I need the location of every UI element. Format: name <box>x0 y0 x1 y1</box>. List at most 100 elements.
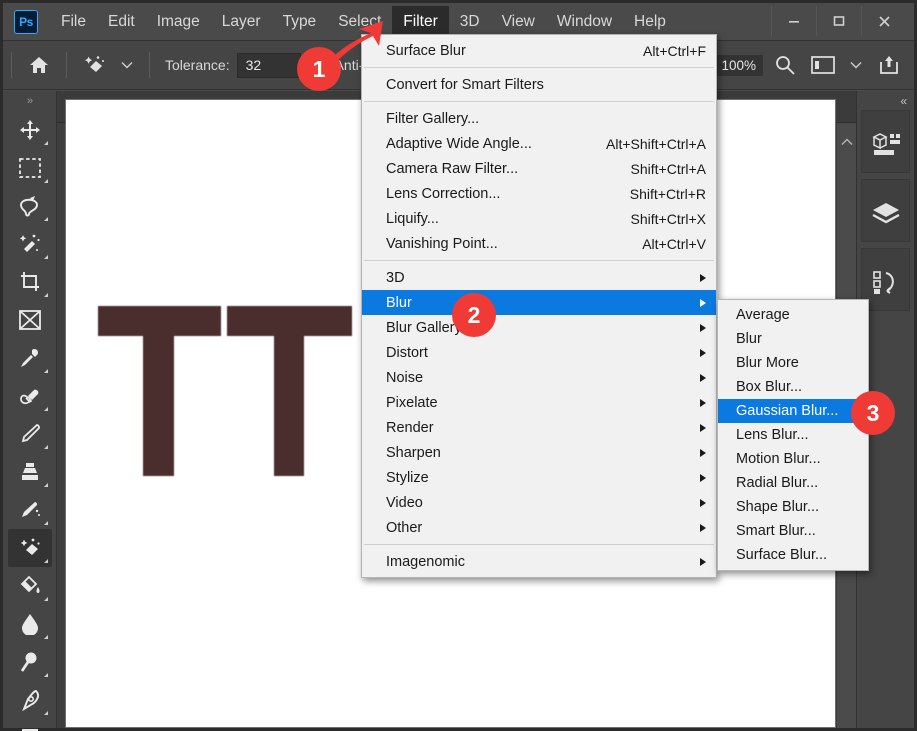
tool-preset-chevron-down-icon[interactable] <box>113 58 141 72</box>
filter-menu-item-noise[interactable]: Noise <box>362 365 716 390</box>
tool-group-corner-icon <box>44 179 48 183</box>
clone-stamp-tool[interactable] <box>8 453 52 491</box>
crop-tool[interactable] <box>8 263 52 301</box>
blur-submenu-item-average[interactable]: Average <box>718 303 868 327</box>
share-icon[interactable] <box>873 49 905 81</box>
minimize-button[interactable] <box>771 6 816 36</box>
blur-submenu-item-blur-more[interactable]: Blur More <box>718 351 868 375</box>
filter-menu-item-3d[interactable]: 3D <box>362 265 716 290</box>
tool-group-corner-icon <box>44 217 48 221</box>
menu-image[interactable]: Image <box>146 6 211 38</box>
magic-eraser-tool-icon[interactable] <box>78 49 110 81</box>
home-icon[interactable] <box>23 49 55 81</box>
history-brush-tool[interactable] <box>8 491 52 529</box>
blur-submenu-item-surface-blur[interactable]: Surface Blur... <box>718 543 868 567</box>
lasso-tool[interactable] <box>8 187 52 225</box>
menu-help[interactable]: Help <box>623 6 677 38</box>
filter-menu-item-blur[interactable]: Blur <box>362 290 716 315</box>
filter-menu-item-sharpen[interactable]: Sharpen <box>362 440 716 465</box>
tolerance-input[interactable]: 32 <box>237 53 301 78</box>
filter-menu-item-convert-for-smart-filters[interactable]: Convert for Smart Filters <box>362 72 716 97</box>
tool-group-corner-icon <box>44 597 48 601</box>
search-icon[interactable] <box>769 49 801 81</box>
menu-item-shortcut: Alt+Ctrl+F <box>617 43 706 59</box>
filter-menu-item-other[interactable]: Other <box>362 515 716 540</box>
menu-item-label: Adaptive Wide Angle... <box>386 136 532 152</box>
filter-menu-dropdown[interactable]: Surface BlurAlt+Ctrl+F Convert for Smart … <box>361 34 717 578</box>
filter-menu-item-lens-correction[interactable]: Lens Correction...Shift+Ctrl+R <box>362 181 716 206</box>
layers-panel-icon[interactable] <box>862 191 909 235</box>
submenu-arrow-icon <box>700 349 706 357</box>
filter-menu-item-vanishing-point[interactable]: Vanishing Point...Alt+Ctrl+V <box>362 231 716 256</box>
menu-filter[interactable]: Filter <box>392 6 448 38</box>
blur-submenu-item-lens-blur[interactable]: Lens Blur... <box>718 423 868 447</box>
collapse-panel-icon[interactable]: « <box>857 91 914 110</box>
submenu-arrow-icon <box>700 274 706 282</box>
menu-item-shortcut: Alt+Ctrl+V <box>616 236 706 252</box>
filter-menu-item-render[interactable]: Render <box>362 415 716 440</box>
workspace-chevron-down-icon[interactable] <box>842 58 870 72</box>
filter-menu-item-adaptive-wide-angle[interactable]: Adaptive Wide Angle...Alt+Shift+Ctrl+A <box>362 131 716 156</box>
blur-tool[interactable] <box>8 605 52 643</box>
frame-tool[interactable] <box>8 301 52 339</box>
menu-window[interactable]: Window <box>546 6 623 38</box>
tool-group-corner-icon <box>44 369 48 373</box>
filter-menu-item-video[interactable]: Video <box>362 490 716 515</box>
properties-panel-group[interactable] <box>861 110 910 173</box>
close-button[interactable] <box>861 6 906 36</box>
blur-submenu-item-box-blur[interactable]: Box Blur... <box>718 375 868 399</box>
pen-tool[interactable] <box>8 681 52 719</box>
menu-separator <box>364 260 714 261</box>
properties-panel-icon[interactable] <box>862 122 909 166</box>
tool-group-corner-icon <box>44 673 48 677</box>
menu-item-label: Sharpen <box>386 445 441 461</box>
menu-layer[interactable]: Layer <box>211 6 272 38</box>
menu-view[interactable]: View <box>491 6 546 38</box>
blur-submenu-item-smart-blur[interactable]: Smart Blur... <box>718 519 868 543</box>
menu-item-label: Gaussian Blur... <box>736 403 838 419</box>
menu-file[interactable]: File <box>50 6 97 38</box>
maximize-button[interactable] <box>816 6 861 36</box>
type-tool[interactable] <box>8 719 52 731</box>
filter-menu-item-liquify[interactable]: Liquify...Shift+Ctrl+X <box>362 206 716 231</box>
filter-menu-item-filter-gallery[interactable]: Filter Gallery... <box>362 106 716 131</box>
gradient-tool[interactable] <box>8 567 52 605</box>
eraser-tool[interactable] <box>8 529 52 567</box>
filter-menu-item-blur-gallery[interactable]: Blur Gallery <box>362 315 716 340</box>
submenu-arrow-icon <box>700 424 706 432</box>
submenu-arrow-icon <box>700 374 706 382</box>
menu-item-label: Blur <box>736 331 762 347</box>
menu-item-label: Motion Blur... <box>736 451 821 467</box>
filter-menu-item-imagenomic[interactable]: Imagenomic <box>362 549 716 574</box>
filter-menu-item-camera-raw-filter[interactable]: Camera Raw Filter...Shift+Ctrl+A <box>362 156 716 181</box>
menu-item-shortcut: Shift+Ctrl+R <box>604 186 706 202</box>
filter-menu-item-surface-blur[interactable]: Surface BlurAlt+Ctrl+F <box>362 38 716 63</box>
blur-submenu-item-radial-blur[interactable]: Radial Blur... <box>718 471 868 495</box>
layers-panel-group[interactable] <box>861 179 910 242</box>
zoom-level-value[interactable]: 100% <box>714 55 763 76</box>
chevron-up-icon[interactable] <box>837 123 856 149</box>
spot-healing-brush-tool[interactable] <box>8 377 52 415</box>
filter-menu-item-stylize[interactable]: Stylize <box>362 465 716 490</box>
blur-submenu[interactable]: Average Blur Blur MoreBox Blur... Gaussian … <box>717 299 869 571</box>
filter-menu-item-pixelate[interactable]: Pixelate <box>362 390 716 415</box>
object-selection-tool[interactable] <box>8 225 52 263</box>
dodge-tool[interactable] <box>8 643 52 681</box>
history-panel-icon[interactable] <box>862 260 909 304</box>
move-tool[interactable] <box>8 111 52 149</box>
photoshop-window: Ps FileEditImageLayerTypeSelectFilter3DV… <box>0 0 917 731</box>
options-divider <box>11 52 12 78</box>
eyedropper-tool[interactable] <box>8 339 52 377</box>
tools-panel-handle[interactable]: » <box>3 95 56 111</box>
workspace-icon[interactable] <box>807 49 839 81</box>
rectangular-marquee-tool[interactable] <box>8 149 52 187</box>
blur-submenu-item-motion-blur[interactable]: Motion Blur... <box>718 447 868 471</box>
blur-submenu-item-blur[interactable]: Blur <box>718 327 868 351</box>
blur-submenu-item-shape-blur[interactable]: Shape Blur... <box>718 495 868 519</box>
menu-3d[interactable]: 3D <box>449 6 491 38</box>
filter-menu-item-distort[interactable]: Distort <box>362 340 716 365</box>
blur-submenu-item-gaussian-blur[interactable]: Gaussian Blur... <box>718 399 868 423</box>
brush-tool[interactable] <box>8 415 52 453</box>
menu-edit[interactable]: Edit <box>97 6 146 38</box>
menu-item-label: Lens Blur... <box>736 427 809 443</box>
